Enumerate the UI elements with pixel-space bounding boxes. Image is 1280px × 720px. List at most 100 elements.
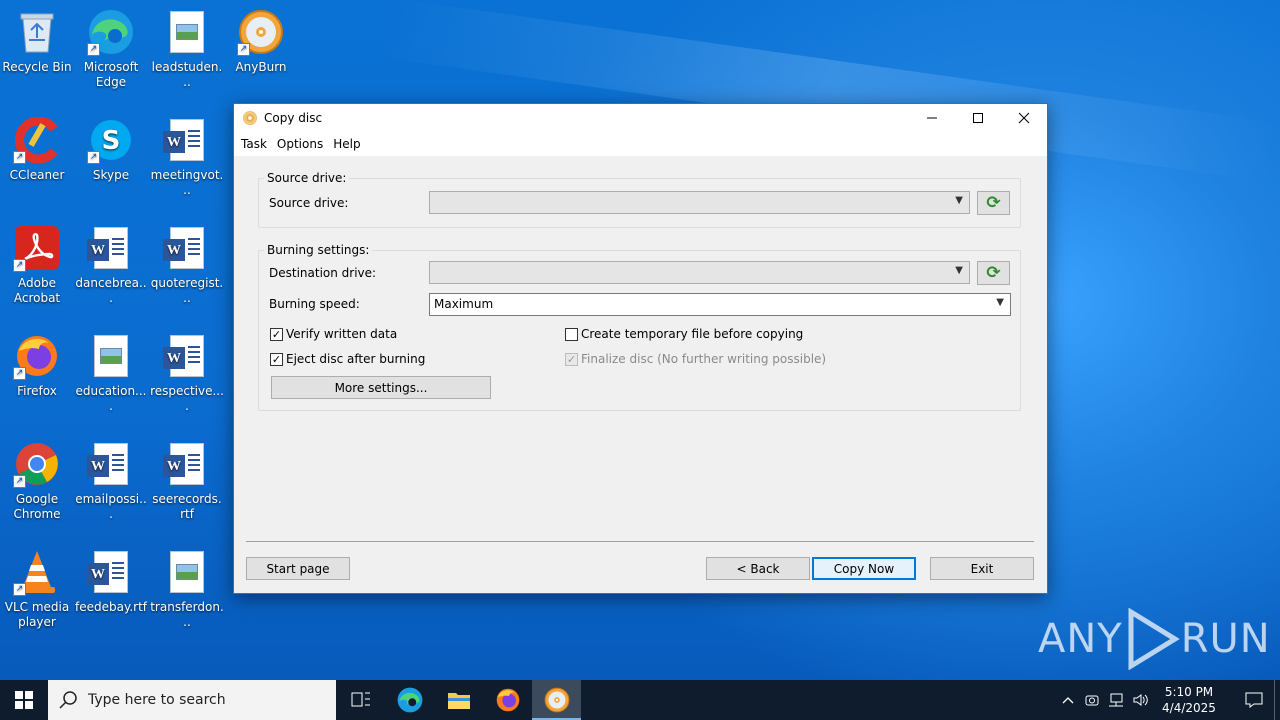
source-group-title: Source drive:: [264, 171, 350, 185]
desktop-icon-label: Recycle Bin: [2, 60, 72, 74]
desktop-icon-vlc[interactable]: ↗ VLC media player: [0, 548, 74, 630]
svg-text:S: S: [102, 126, 121, 156]
back-button[interactable]: < Back: [706, 557, 810, 580]
more-settings-button[interactable]: More settings...: [271, 376, 491, 399]
volume-button[interactable]: [1128, 680, 1154, 720]
source-drive-dropdown[interactable]: ▼: [429, 191, 970, 214]
word-document-icon: W: [87, 440, 135, 488]
checkbox-empty: [565, 327, 578, 341]
burning-speed-dropdown[interactable]: Maximum ▼: [429, 293, 1011, 316]
footer-separator: [246, 541, 1034, 542]
taskbar-anyburn[interactable]: [532, 680, 581, 720]
word-document-icon: W: [163, 116, 211, 164]
menu-options[interactable]: Options: [273, 137, 327, 151]
checkmark-icon: ✓: [565, 352, 578, 366]
search-placeholder: Type here to search: [88, 692, 226, 708]
desktop-icon-label: emailpossi...: [75, 492, 147, 521]
play-logo-icon: [1128, 608, 1180, 670]
taskbar-clock[interactable]: 5:10 PM 4/4/2025: [1154, 684, 1224, 716]
network-icon: [1109, 693, 1123, 707]
eject-label: Eject disc after burning: [286, 352, 426, 366]
taskbar-file-explorer[interactable]: [434, 680, 483, 720]
taskbar-edge[interactable]: [385, 680, 434, 720]
desktop-icon-label: feedebay.rtf: [74, 600, 148, 614]
shortcut-arrow-icon: ↗: [13, 367, 26, 380]
speaker-icon: [1133, 694, 1148, 706]
eject-disc-checkbox[interactable]: ✓ Eject disc after burning: [270, 352, 425, 366]
verify-written-data-checkbox[interactable]: ✓ Verify written data: [270, 327, 397, 341]
menu-task[interactable]: Task: [237, 137, 271, 151]
desktop-icon-seerecords[interactable]: W seerecords.rtf: [150, 440, 224, 522]
desktop-icon-label: Firefox: [17, 384, 57, 398]
image-file-icon: [87, 332, 135, 380]
desktop-icon-label: education....: [75, 384, 147, 413]
desktop-icon-quoteregist[interactable]: W quoteregist...: [150, 224, 224, 306]
network-button[interactable]: [1104, 680, 1128, 720]
desktop-icon-firefox[interactable]: ↗ Firefox: [0, 332, 74, 399]
firefox-icon: [496, 688, 519, 712]
maximize-button[interactable]: [955, 104, 1001, 132]
menu-bar: Task Options Help: [234, 132, 1047, 156]
start-page-button[interactable]: Start page: [246, 557, 350, 580]
start-button[interactable]: [0, 680, 48, 720]
desktop-icon-meetingvot[interactable]: W meetingvot...: [150, 116, 224, 198]
system-tray: 5:10 PM 4/4/2025: [1056, 680, 1280, 720]
desktop-icon-label: transferdon...: [150, 600, 224, 629]
burning-group-title: Burning settings:: [264, 243, 373, 257]
app-disc-icon: [243, 111, 257, 125]
acrobat-icon: ↗: [13, 224, 61, 272]
menu-help[interactable]: Help: [329, 137, 364, 151]
desktop-icon-feedebay[interactable]: W feedebay.rtf: [74, 548, 148, 615]
desktop-icon-adobe-acrobat[interactable]: ↗ Adobe Acrobat: [0, 224, 74, 306]
desktop-icon-education[interactable]: education....: [74, 332, 148, 414]
exit-button[interactable]: Exit: [930, 557, 1034, 580]
close-button[interactable]: [1001, 104, 1047, 132]
watermark-text-right: RUN: [1180, 616, 1271, 662]
minimize-button[interactable]: [909, 104, 955, 132]
word-document-icon: W: [163, 332, 211, 380]
shortcut-arrow-icon: ↗: [13, 151, 26, 164]
burning-speed-value: Maximum: [434, 297, 494, 311]
notifications-button[interactable]: [1234, 680, 1274, 720]
create-temp-file-checkbox[interactable]: Create temporary file before copying: [565, 327, 803, 341]
desktop-icon-respective[interactable]: W respective....: [150, 332, 224, 414]
desktop-icon-recycle-bin[interactable]: Recycle Bin: [0, 8, 74, 75]
task-view-button[interactable]: [336, 680, 385, 720]
refresh-icon: ⟳: [986, 263, 1001, 283]
desktop-icon-dancebrea[interactable]: W dancebrea...: [74, 224, 148, 306]
desktop-icon-transferdon[interactable]: transferdon...: [150, 548, 224, 630]
image-file-icon: [163, 8, 211, 56]
edge-icon: ↗: [87, 8, 135, 56]
copy-now-button[interactable]: Copy Now: [812, 557, 916, 580]
desktop-icon-microsoft-edge[interactable]: ↗ Microsoft Edge: [74, 8, 148, 90]
taskbar-search-box[interactable]: Type here to search: [48, 680, 336, 720]
meet-now-button[interactable]: [1080, 680, 1104, 720]
destination-drive-dropdown[interactable]: ▼: [429, 261, 970, 284]
taskbar-firefox[interactable]: [483, 680, 532, 720]
refresh-destination-button[interactable]: ⟳: [977, 261, 1010, 285]
vlc-cone-icon: ↗: [13, 548, 61, 596]
desktop-icon-leadstuden[interactable]: leadstuden...: [150, 8, 224, 90]
close-icon: [1018, 112, 1030, 124]
desktop-icon-ccleaner[interactable]: ↗ CCleaner: [0, 116, 74, 183]
title-bar[interactable]: Copy disc: [234, 104, 1047, 132]
refresh-icon: ⟳: [986, 193, 1001, 213]
desktop-icon-label: Google Chrome: [13, 492, 61, 521]
desktop-icon-emailpossi[interactable]: W emailpossi...: [74, 440, 148, 522]
show-desktop-button[interactable]: [1274, 680, 1280, 720]
word-document-icon: W: [87, 224, 135, 272]
show-hidden-icons-button[interactable]: [1056, 680, 1080, 720]
desktop-icon-skype[interactable]: S ↗ Skype: [74, 116, 148, 183]
source-drive-label: Source drive:: [269, 196, 349, 210]
desktop-icon-anyburn[interactable]: ↗ AnyBurn: [224, 8, 298, 75]
image-file-icon: [163, 548, 211, 596]
desktop-icon-label: leadstuden...: [151, 60, 223, 89]
destination-drive-label: Destination drive:: [269, 266, 377, 280]
refresh-source-button[interactable]: ⟳: [977, 191, 1010, 215]
desktop-icon-label: Adobe Acrobat: [13, 276, 61, 305]
checkmark-icon: ✓: [270, 327, 283, 341]
word-document-icon: W: [87, 548, 135, 596]
desktop-icon-google-chrome[interactable]: ↗ Google Chrome: [0, 440, 74, 522]
checkmark-icon: ✓: [270, 352, 283, 366]
shortcut-arrow-icon: ↗: [237, 43, 250, 56]
